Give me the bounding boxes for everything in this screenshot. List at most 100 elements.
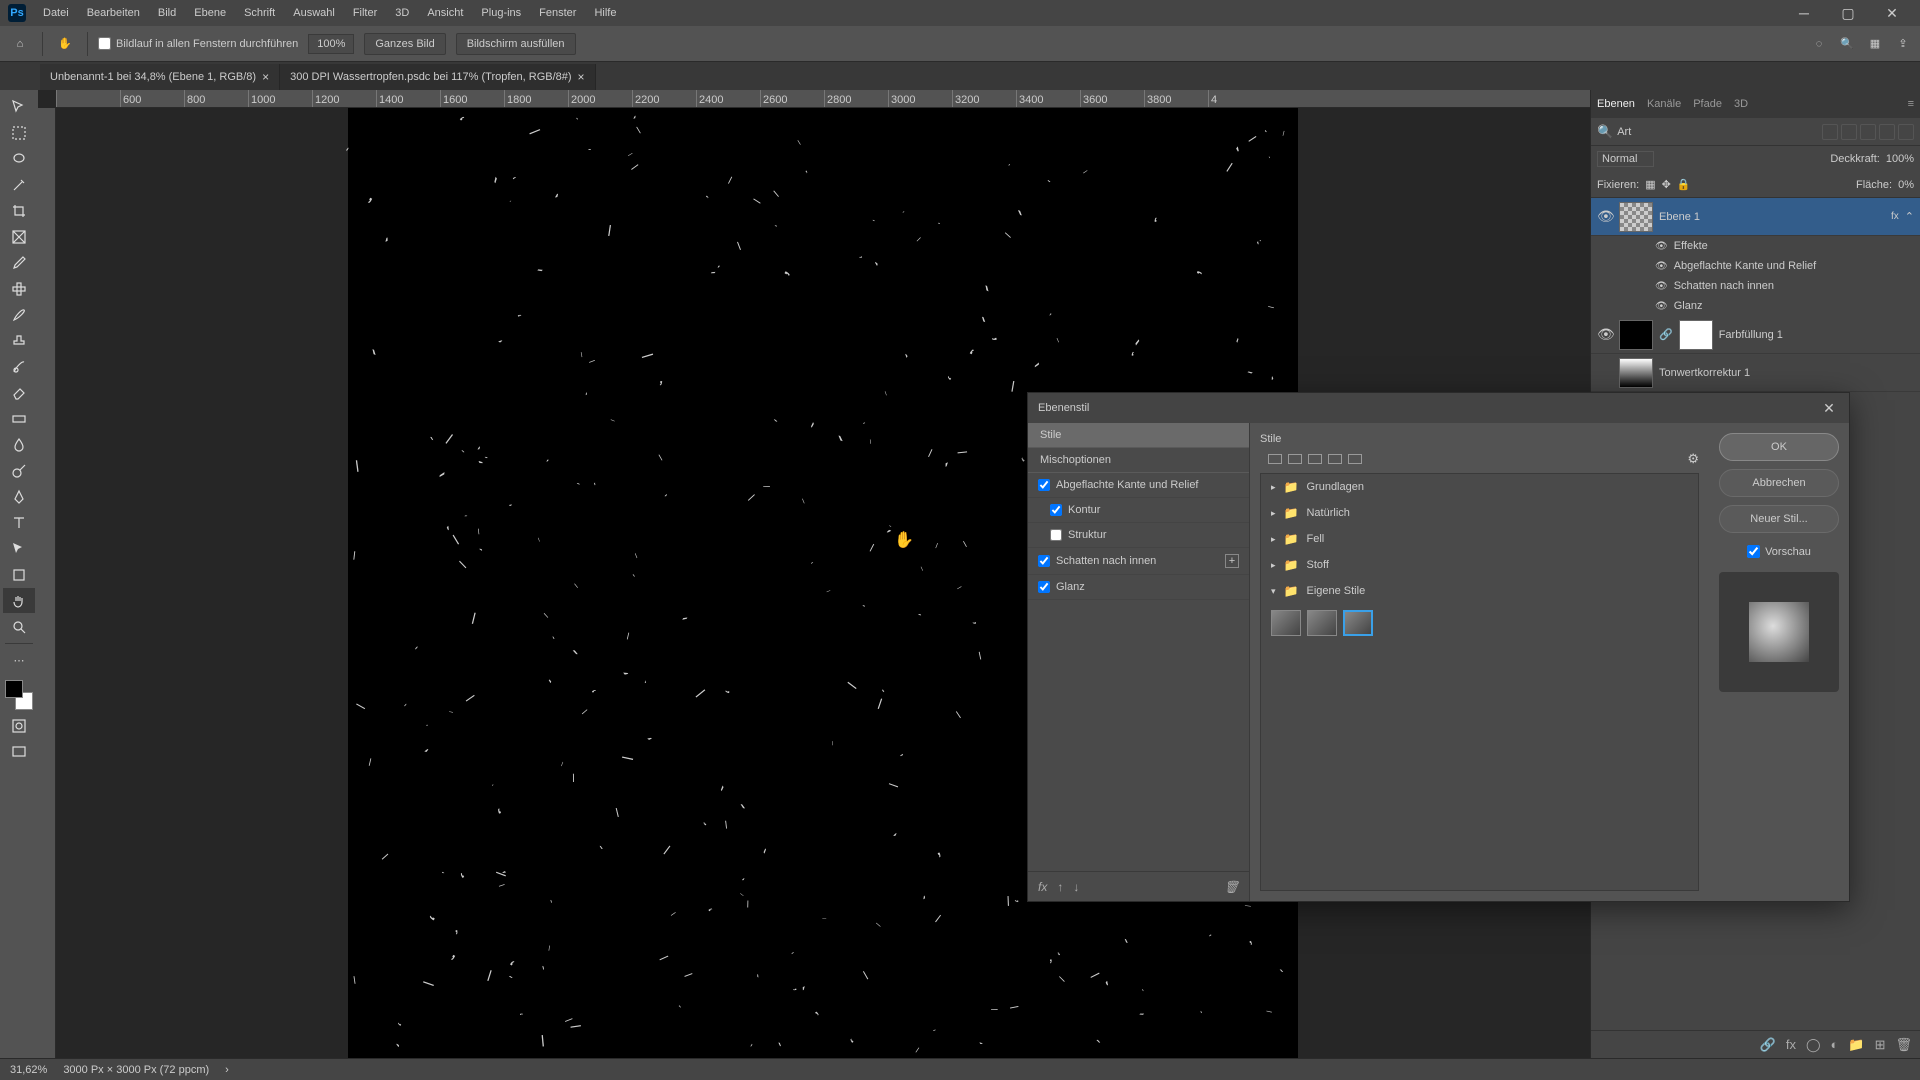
maximize-button[interactable]: ▢ xyxy=(1828,0,1868,26)
menu-window[interactable]: Fenster xyxy=(532,3,583,23)
menu-image[interactable]: Bild xyxy=(151,3,183,23)
search-icon[interactable]: 🔍 xyxy=(1597,124,1613,140)
collapse-icon[interactable]: ⌃ xyxy=(1905,210,1914,223)
layer-row[interactable]: 👁 Ebene 1 fx ⌃ xyxy=(1591,198,1920,236)
home-icon[interactable]: ⌂ xyxy=(8,32,32,56)
close-button[interactable]: ✕ xyxy=(1872,0,1912,26)
hand-tool-icon[interactable]: ✋ xyxy=(53,32,77,56)
zoom-tool[interactable] xyxy=(3,614,35,639)
type-tool[interactable] xyxy=(3,510,35,535)
edit-toolbar[interactable]: ⋯ xyxy=(3,648,35,673)
layer-effect-item[interactable]: 👁Abgeflachte Kante und Relief xyxy=(1591,256,1920,276)
preview-checkbox[interactable]: Vorschau xyxy=(1747,545,1811,558)
link-icon[interactable]: 🔗 xyxy=(1659,328,1673,341)
filter-image-icon[interactable] xyxy=(1822,124,1838,140)
blend-mode-select[interactable]: Normal xyxy=(1597,151,1654,167)
layer-name[interactable]: Tonwertkorrektur 1 xyxy=(1659,367,1914,379)
sidebar-item-blending[interactable]: Mischoptionen xyxy=(1028,448,1249,473)
scroll-all-checkbox[interactable]: Bildlauf in allen Fenstern durchführen xyxy=(98,37,298,50)
lock-all-icon[interactable]: 🔒 xyxy=(1677,178,1691,191)
gradient-tool[interactable] xyxy=(3,406,35,431)
menu-view[interactable]: Ansicht xyxy=(420,3,470,23)
filter-shape-icon[interactable] xyxy=(1879,124,1895,140)
workspace-icon[interactable]: ▦ xyxy=(1866,35,1884,53)
close-icon[interactable]: ✕ xyxy=(1819,398,1839,418)
filter-adjust-icon[interactable] xyxy=(1841,124,1857,140)
sidebar-item-styles[interactable]: Stile xyxy=(1028,423,1249,448)
tab-channels[interactable]: Kanäle xyxy=(1647,98,1681,110)
crop-tool[interactable] xyxy=(3,198,35,223)
heal-tool[interactable] xyxy=(3,276,35,301)
visibility-icon[interactable]: 👁 xyxy=(1655,261,1668,272)
layer-effect-item[interactable]: 👁Glanz xyxy=(1591,296,1920,316)
lock-pixels-icon[interactable]: ▦ xyxy=(1645,178,1655,191)
fill-screen-button[interactable]: Bildschirm ausfüllen xyxy=(456,33,576,55)
layer-name[interactable]: Ebene 1 xyxy=(1659,211,1885,223)
category-item[interactable]: ▾📁Eigene Stile xyxy=(1261,578,1698,604)
sidebar-item-satin[interactable]: Glanz xyxy=(1028,575,1249,600)
cloud-icon[interactable]: ◌ xyxy=(1810,35,1828,53)
category-item[interactable]: ▸📁Grundlagen xyxy=(1261,474,1698,500)
document-tab-2[interactable]: 300 DPI Wassertropfen.psdc bei 117% (Tro… xyxy=(280,64,595,90)
style-preset-selected[interactable] xyxy=(1343,610,1373,636)
color-swatches[interactable] xyxy=(3,678,35,712)
filter-kind[interactable]: Art xyxy=(1617,126,1631,138)
doc-info[interactable]: 3000 Px × 3000 Px (72 ppcm) xyxy=(63,1064,209,1076)
fx-badge[interactable]: fx xyxy=(1891,211,1899,222)
link-layers-icon[interactable]: 🔗 xyxy=(1760,1037,1776,1053)
visibility-icon[interactable]: 👁 xyxy=(1655,301,1668,312)
layer-thumb[interactable] xyxy=(1619,320,1653,350)
sidebar-item-contour[interactable]: Kontur xyxy=(1028,498,1249,523)
style-preset[interactable] xyxy=(1271,610,1301,636)
menu-file[interactable]: Datei xyxy=(36,3,76,23)
filter-type-icon[interactable] xyxy=(1860,124,1876,140)
share-icon[interactable]: ⇪ xyxy=(1894,35,1912,53)
dialog-titlebar[interactable]: Ebenenstil ✕ xyxy=(1028,393,1849,423)
group-icon[interactable]: 📁 xyxy=(1848,1037,1864,1053)
add-effect-icon[interactable]: + xyxy=(1225,554,1239,568)
quickmask-tool[interactable] xyxy=(3,713,35,738)
category-item[interactable]: ▸📁Stoff xyxy=(1261,552,1698,578)
menu-edit[interactable]: Bearbeiten xyxy=(80,3,147,23)
pen-tool[interactable] xyxy=(3,484,35,509)
tab-layers[interactable]: Ebenen xyxy=(1597,98,1635,110)
up-arrow-icon[interactable]: ↑ xyxy=(1057,880,1063,894)
fx-icon[interactable]: fx xyxy=(1038,880,1047,894)
gear-icon[interactable]: ⚙ xyxy=(1687,451,1699,467)
trash-icon[interactable]: 🗑 xyxy=(1895,1037,1912,1053)
path-tool[interactable] xyxy=(3,536,35,561)
layer-effect-item[interactable]: 👁Schatten nach innen xyxy=(1591,276,1920,296)
search-icon[interactable]: 🔍 xyxy=(1838,35,1856,53)
fill-value[interactable]: 0% xyxy=(1898,179,1914,191)
menu-help[interactable]: Hilfe xyxy=(587,3,623,23)
menu-type[interactable]: Schrift xyxy=(237,3,282,23)
menu-layer[interactable]: Ebene xyxy=(187,3,233,23)
adjustment-icon[interactable]: ◐ xyxy=(1831,1037,1839,1052)
marquee-tool[interactable] xyxy=(3,120,35,145)
category-item[interactable]: ▸📁Natürlich xyxy=(1261,500,1698,526)
opacity-value[interactable]: 100% xyxy=(1886,153,1914,165)
layer-mask-thumb[interactable] xyxy=(1679,320,1713,350)
tab-paths[interactable]: Pfade xyxy=(1693,98,1722,110)
history-brush-tool[interactable] xyxy=(3,354,35,379)
fx-icon[interactable]: fx xyxy=(1786,1037,1796,1052)
layer-thumb[interactable] xyxy=(1619,358,1653,388)
sidebar-item-inner-shadow[interactable]: Schatten nach innen+ xyxy=(1028,548,1249,575)
ok-button[interactable]: OK xyxy=(1719,433,1839,461)
screenmode-tool[interactable] xyxy=(3,739,35,764)
panel-menu-icon[interactable]: ≡ xyxy=(1908,98,1914,110)
layer-row[interactable]: 👁 🔗 Farbfüllung 1 xyxy=(1591,316,1920,354)
tab-3d[interactable]: 3D xyxy=(1734,98,1748,110)
mask-icon[interactable]: ◯ xyxy=(1806,1037,1821,1053)
layer-row[interactable]: Tonwertkorrektur 1 xyxy=(1591,354,1920,392)
dodge-tool[interactable] xyxy=(3,458,35,483)
visibility-icon[interactable]: 👁 xyxy=(1597,208,1613,225)
visibility-icon[interactable]: 👁 xyxy=(1655,281,1668,292)
stamp-tool[interactable] xyxy=(3,328,35,353)
document-tab-1[interactable]: Unbenannt-1 bei 34,8% (Ebene 1, RGB/8)× xyxy=(40,64,280,90)
layer-thumb[interactable] xyxy=(1619,202,1653,232)
sidebar-item-bevel[interactable]: Abgeflachte Kante und Relief xyxy=(1028,473,1249,498)
blur-tool[interactable] xyxy=(3,432,35,457)
menu-filter[interactable]: Filter xyxy=(346,3,384,23)
down-arrow-icon[interactable]: ↓ xyxy=(1073,880,1079,894)
